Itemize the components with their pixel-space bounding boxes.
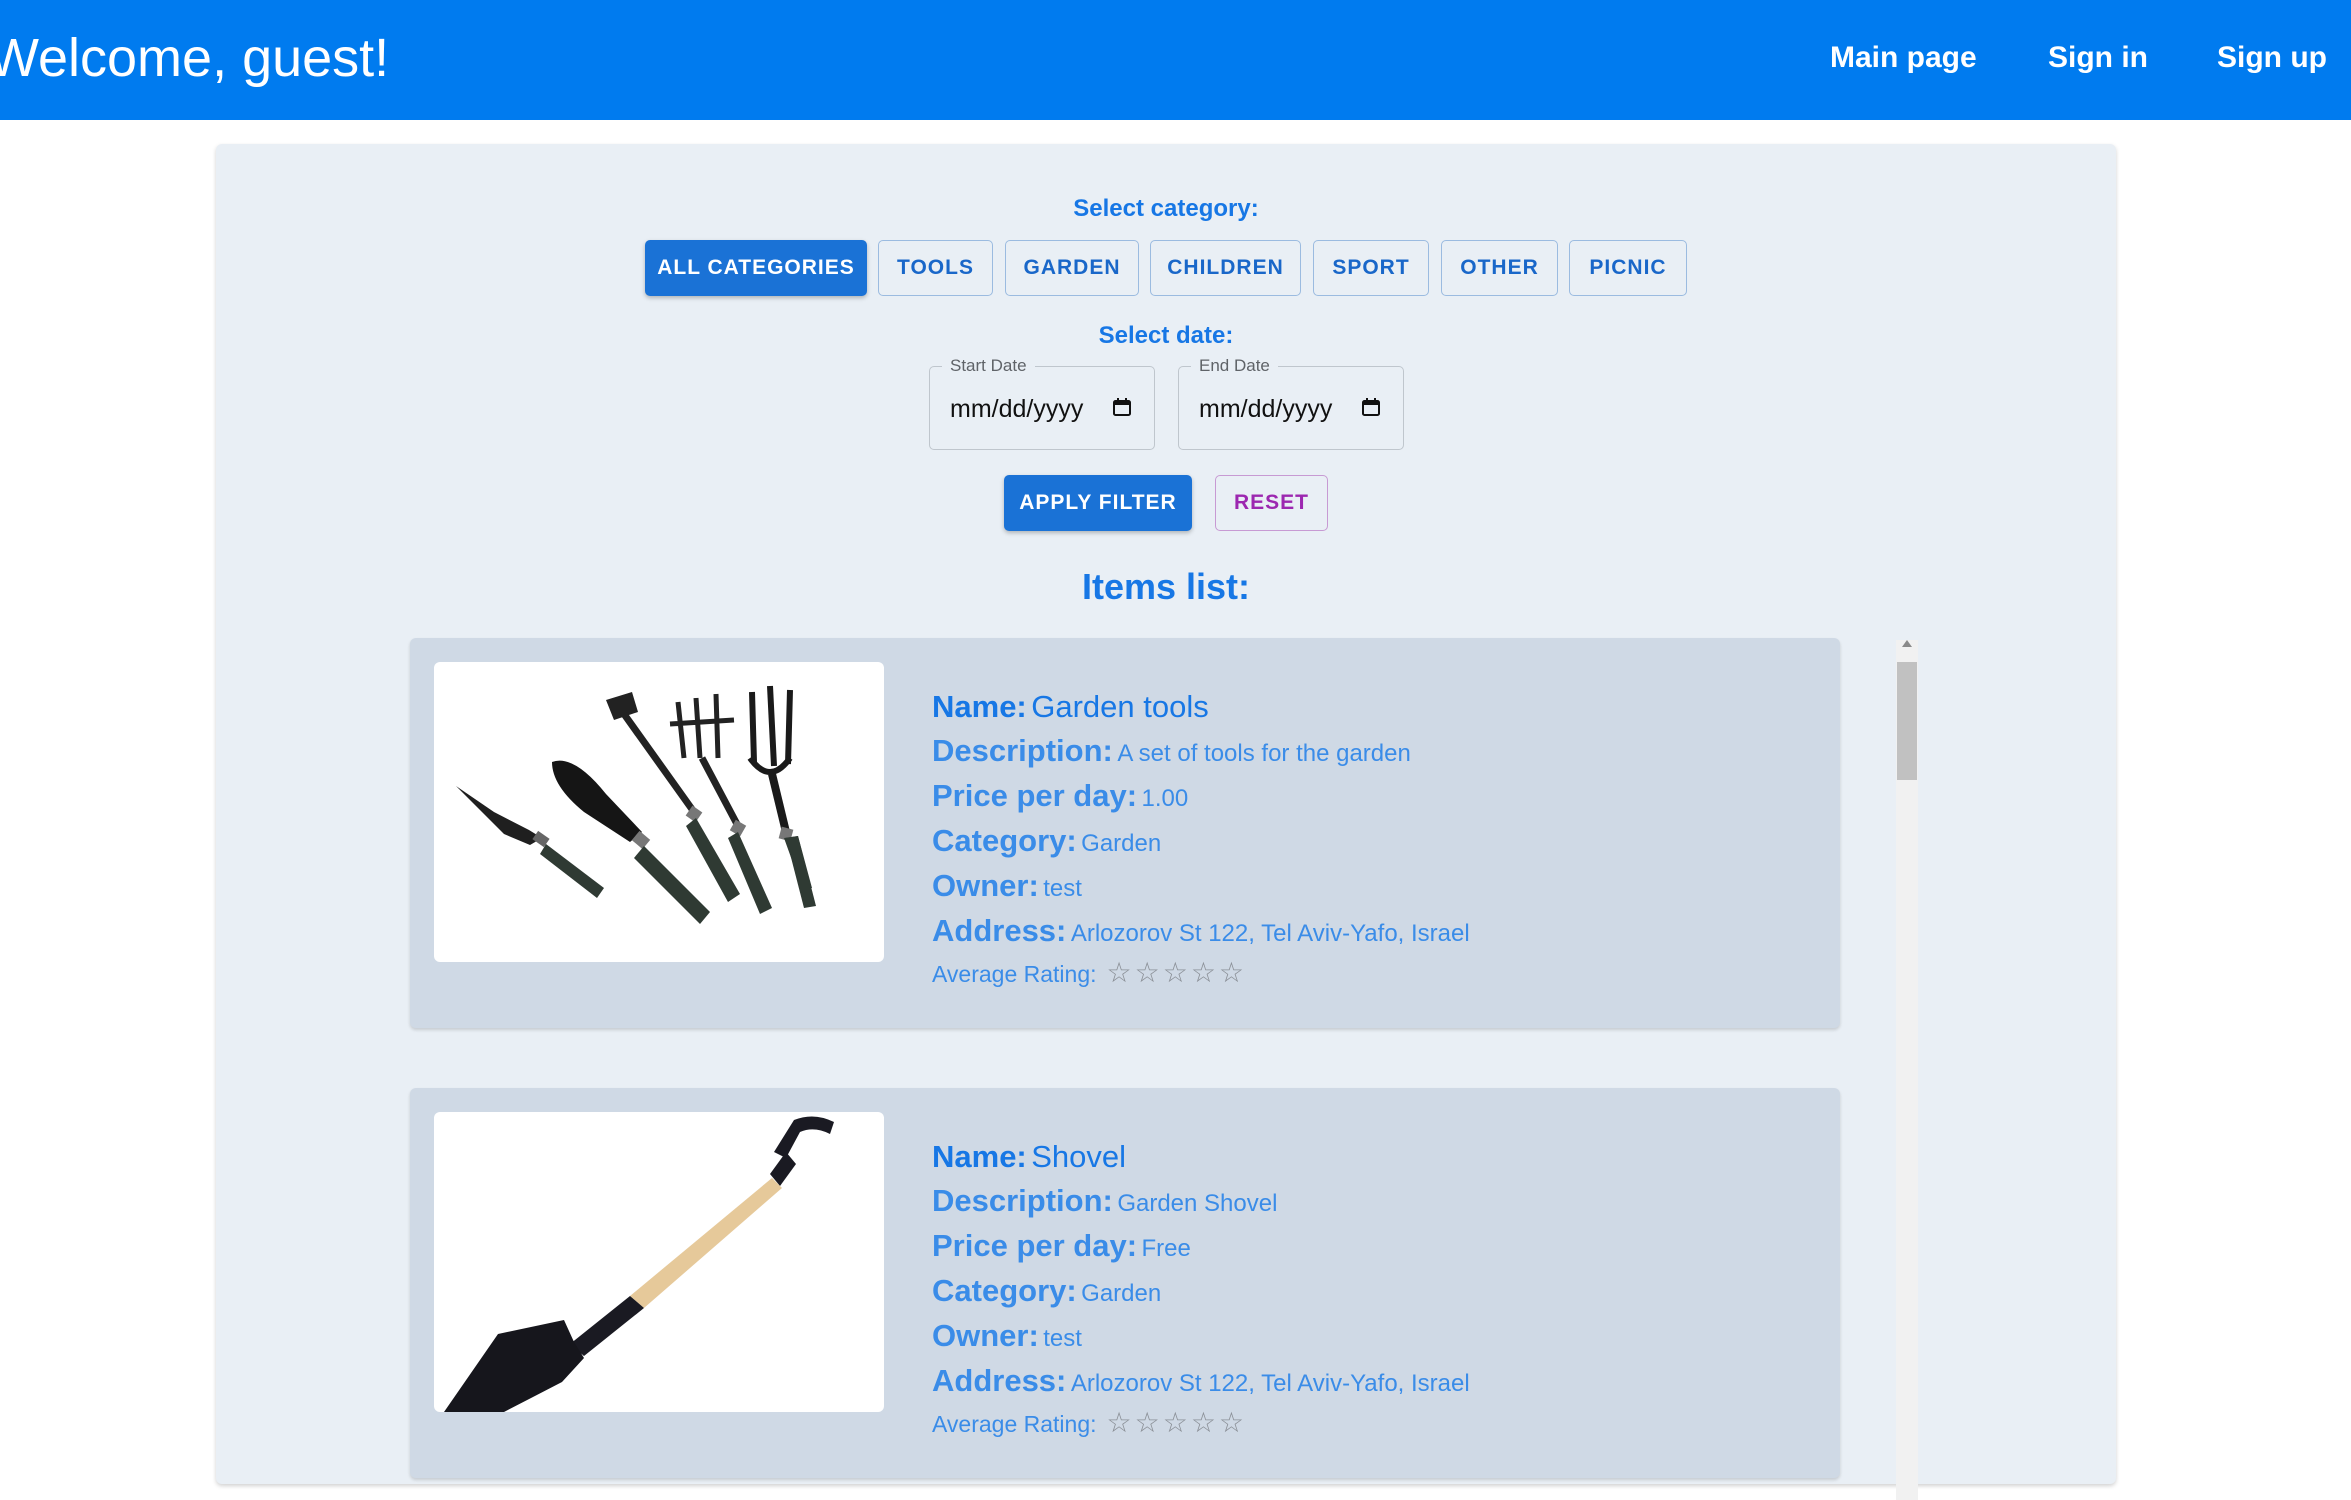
- category-garden-button[interactable]: GARDEN: [1005, 240, 1139, 296]
- item-price-row: Price per day: 1.00: [932, 778, 1189, 813]
- start-date-field[interactable]: Start Date mm/dd/yyyy: [929, 355, 1155, 450]
- end-date-value: mm/dd/yyyy: [1199, 395, 1333, 423]
- shovel-image: [434, 1112, 884, 1412]
- item-price-row: Price per day: Free: [932, 1228, 1191, 1263]
- filter-panel: Select category: ALL CATEGORIES TOOLS GA…: [216, 144, 2116, 1500]
- item-name: Garden tools: [1031, 689, 1209, 724]
- item-address-row: Address: Arlozorov St 122, Tel Aviv-Yafo…: [932, 913, 1470, 948]
- category-picnic-button[interactable]: PICNIC: [1569, 240, 1687, 296]
- apply-filter-button[interactable]: APPLY FILTER: [1004, 475, 1192, 531]
- item-category: Garden: [1081, 1280, 1162, 1307]
- item-description-row: Description: A set of tools for the gard…: [932, 733, 1411, 768]
- item-description-row: Description: Garden Shovel: [932, 1183, 1278, 1218]
- scroll-up-arrow-icon[interactable]: [1902, 640, 1912, 647]
- item-price: Free: [1141, 1235, 1191, 1262]
- category-other-button[interactable]: OTHER: [1441, 240, 1558, 296]
- item-address-row: Address: Arlozorov St 122, Tel Aviv-Yafo…: [932, 1363, 1470, 1398]
- scrollbar-thumb[interactable]: [1897, 662, 1917, 780]
- start-date-legend: Start Date: [942, 355, 1035, 377]
- garden-tools-image: [434, 662, 884, 962]
- item-owner: test: [1043, 875, 1082, 902]
- item-info: Name: Shovel Description: Garden Shovel …: [932, 1134, 1470, 1444]
- category-sport-button[interactable]: SPORT: [1313, 240, 1429, 296]
- item-owner-row: Owner: test: [932, 1318, 1082, 1353]
- item-rating-row: Average Rating: ☆☆☆☆☆: [932, 1403, 1470, 1444]
- end-date-legend: End Date: [1191, 355, 1278, 377]
- reset-button[interactable]: RESET: [1215, 475, 1328, 531]
- calendar-icon[interactable]: [1361, 397, 1381, 417]
- item-card[interactable]: Name: Garden tools Description: A set of…: [410, 638, 1840, 1028]
- calendar-icon[interactable]: [1112, 397, 1132, 417]
- date-label: Select date:: [1098, 322, 1234, 349]
- category-tools-button[interactable]: TOOLS: [878, 240, 993, 296]
- item-category-row: Category: Garden: [932, 823, 1162, 858]
- nav-sign-up-link[interactable]: Sign up: [2217, 36, 2327, 80]
- item-category: Garden: [1081, 830, 1162, 857]
- item-name-row: Name: Shovel: [932, 1139, 1127, 1174]
- star-rating-icon[interactable]: ☆☆☆☆☆: [1107, 1407, 1248, 1438]
- item-info: Name: Garden tools Description: A set of…: [932, 684, 1470, 994]
- item-address: Arlozorov St 122, Tel Aviv-Yafo, Israel: [1070, 920, 1470, 947]
- category-all-button[interactable]: ALL CATEGORIES: [645, 240, 867, 296]
- nav-main-page-link[interactable]: Main page: [1830, 36, 1977, 80]
- item-category-row: Category: Garden: [932, 1273, 1162, 1308]
- nav-sign-in-link[interactable]: Sign in: [2048, 36, 2148, 80]
- start-date-value: mm/dd/yyyy: [950, 395, 1084, 423]
- end-date-field[interactable]: End Date mm/dd/yyyy: [1178, 355, 1404, 450]
- item-owner: test: [1043, 1325, 1082, 1352]
- category-children-button[interactable]: CHILDREN: [1150, 240, 1301, 296]
- welcome-title: Welcome, guest!: [0, 28, 390, 88]
- item-owner-row: Owner: test: [932, 868, 1082, 903]
- app-bar: Welcome, guest! Main page Sign in Sign u…: [0, 0, 2351, 120]
- star-rating-icon[interactable]: ☆☆☆☆☆: [1107, 957, 1248, 988]
- rating-label: Average Rating:: [932, 1411, 1097, 1437]
- category-label: Select category:: [1073, 195, 1259, 222]
- item-rating-row: Average Rating: ☆☆☆☆☆: [932, 953, 1470, 994]
- item-name-row: Name: Garden tools: [932, 689, 1209, 724]
- item-description: A set of tools for the garden: [1117, 740, 1411, 767]
- item-address: Arlozorov St 122, Tel Aviv-Yafo, Israel: [1070, 1370, 1470, 1397]
- rating-label: Average Rating:: [932, 961, 1097, 987]
- item-description: Garden Shovel: [1117, 1190, 1278, 1217]
- items-list-title: Items list:: [1081, 566, 1251, 607]
- items-scrollbar[interactable]: [1896, 640, 1918, 1500]
- item-name: Shovel: [1031, 1139, 1127, 1174]
- item-card[interactable]: Name: Shovel Description: Garden Shovel …: [410, 1088, 1840, 1478]
- item-price: 1.00: [1141, 785, 1189, 812]
